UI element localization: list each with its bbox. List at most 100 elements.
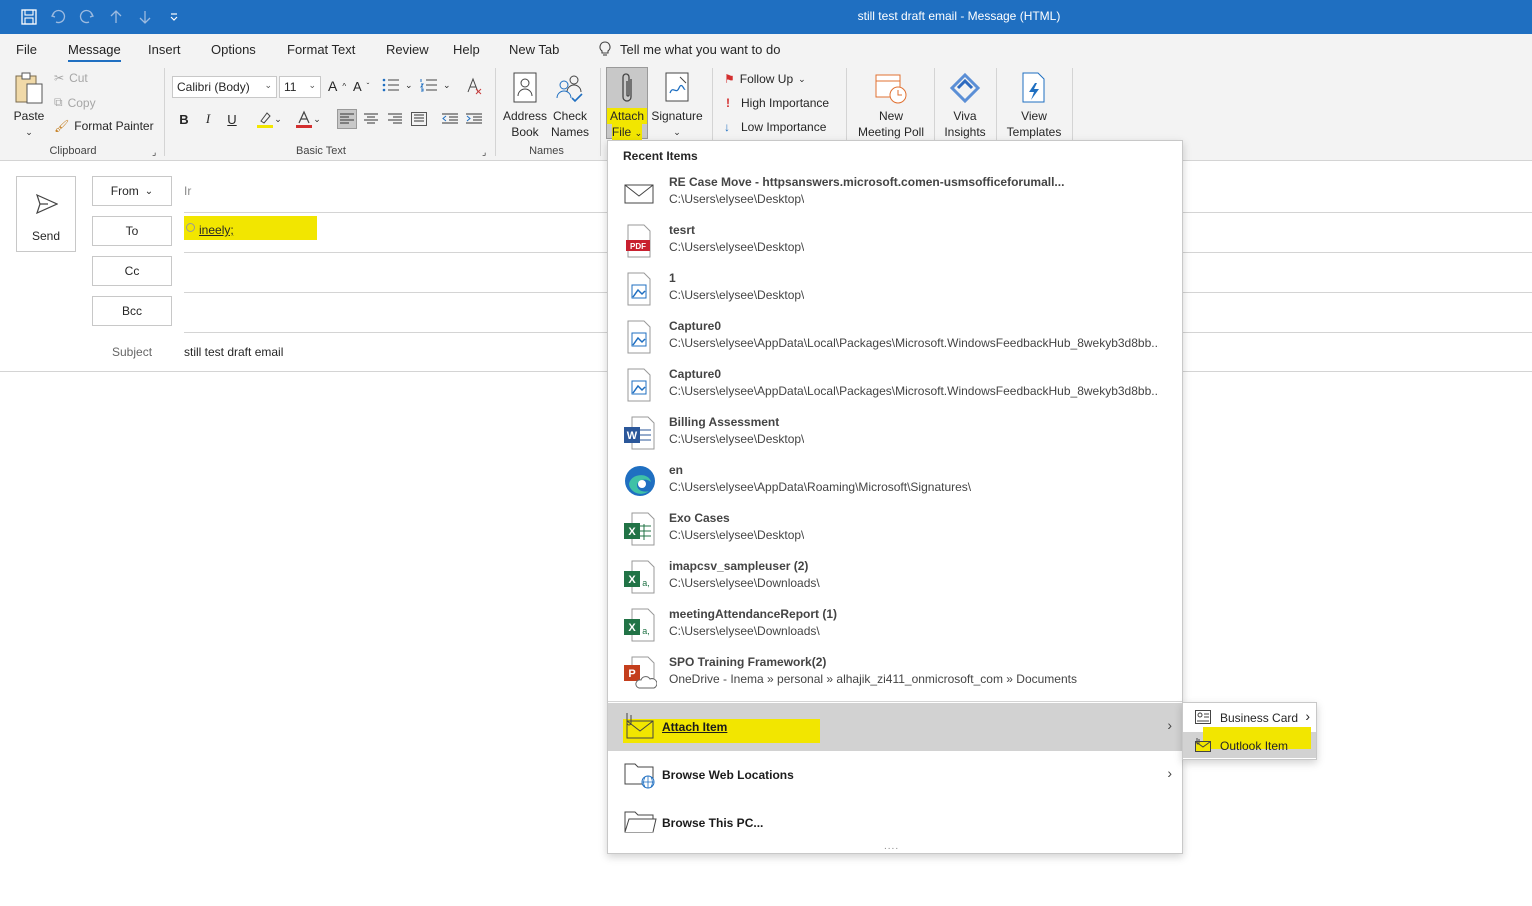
recent-item[interactable]: a, X imapcsv_sampleuser (2) C:\Users\elys… <box>608 554 1182 602</box>
recent-item-path: C:\Users\elysee\Desktop\ <box>669 528 805 542</box>
ribbon-tabs: File Message Insert Options Format Text … <box>0 34 1532 64</box>
recent-item-path: C:\Users\elysee\Desktop\ <box>669 240 805 254</box>
signature-label: Signature <box>651 109 703 123</box>
bold-button[interactable]: B <box>174 109 194 129</box>
clear-formatting-button[interactable] <box>465 77 483 95</box>
font-size-combo[interactable]: 11 ⌄ <box>279 76 321 98</box>
cut-label: Cut <box>69 71 88 85</box>
to-field[interactable]: ineely; <box>184 216 317 240</box>
tab-options[interactable]: Options <box>211 42 256 57</box>
tab-new-tab[interactable]: New Tab <box>509 42 559 57</box>
align-left-button[interactable] <box>337 109 357 129</box>
outlook-item-menu-item[interactable]: Outlook Item <box>1183 727 1316 758</box>
viva-insights-button[interactable]: Viva Insights <box>940 68 990 140</box>
cut-button[interactable]: ✂ Cut <box>54 71 88 85</box>
decrease-indent-icon <box>442 113 458 124</box>
subject-input[interactable]: still test draft email <box>184 345 283 359</box>
folder-globe-icon <box>623 759 655 789</box>
tab-file[interactable]: File <box>16 42 37 57</box>
tell-me-search[interactable]: Tell me what you want to do <box>598 41 780 57</box>
recent-item[interactable]: 1 C:\Users\elysee\Desktop\ <box>608 266 1182 314</box>
recent-item[interactable]: a, X meetingAttendanceReport (1) C:\Users… <box>608 602 1182 650</box>
attach-file-label-2-wrap: File ⌄ <box>611 124 643 141</box>
recent-item-path: C:\Users\elysee\Downloads\ <box>669 576 820 590</box>
send-button[interactable]: Send <box>16 176 76 252</box>
browse-web-menu-item[interactable]: Browse Web Locations › <box>608 751 1182 799</box>
resize-grip-icon[interactable]: .... <box>884 841 899 852</box>
chevron-down-icon: ⌄ <box>634 128 643 138</box>
tab-insert[interactable]: Insert <box>148 42 181 57</box>
window-title-text: still test draft email - Message (HTML) <box>857 9 1061 23</box>
tab-format-text[interactable]: Format Text <box>287 42 355 57</box>
templates-icon <box>1002 68 1066 108</box>
highlight-color-button[interactable]: ⌄ <box>253 109 285 129</box>
recent-item[interactable]: X Exo Cases C:\Users\elysee\Desktop\ <box>608 506 1182 554</box>
copy-button[interactable]: ⧉ Copy <box>54 95 96 110</box>
numbering-button[interactable]: ⌄ <box>420 78 451 92</box>
recent-item[interactable]: en C:\Users\elysee\AppData\Roaming\Micro… <box>608 458 1182 506</box>
italic-button[interactable]: I <box>198 109 218 129</box>
follow-up-button[interactable]: ⚑ Follow Up ⌄ <box>724 72 806 86</box>
tab-help[interactable]: Help <box>453 42 480 57</box>
check-names-button[interactable]: Check Names <box>546 68 594 140</box>
from-button[interactable]: From ⌄ <box>92 176 172 206</box>
basic-text-launcher-icon[interactable]: ⌟ <box>482 147 486 158</box>
align-right-button[interactable] <box>385 109 405 129</box>
recent-item[interactable]: Capture0 C:\Users\elysee\AppData\Local\P… <box>608 362 1182 410</box>
chevron-down-icon: ⌄ <box>405 79 413 90</box>
font-color-button[interactable]: ⌄ <box>292 109 324 129</box>
svg-text:X: X <box>628 526 636 538</box>
cc-button[interactable]: Cc <box>92 256 172 286</box>
underline-button[interactable]: U <box>222 109 242 129</box>
to-recipient[interactable]: ineely; <box>199 223 234 237</box>
recent-item[interactable]: RE Case Move - httpsanswers.microsoft.co… <box>608 170 1182 218</box>
recent-item-name: 1 <box>669 271 676 285</box>
recent-item-path: C:\Users\elysee\Desktop\ <box>669 432 805 446</box>
paste-button[interactable]: Paste ⌄ <box>8 68 50 140</box>
align-left-icon <box>340 113 354 124</box>
bullets-button[interactable]: ⌄ <box>382 78 413 92</box>
svg-text:a,: a, <box>642 626 650 636</box>
attach-file-button[interactable]: Attach File ⌄ <box>606 67 648 141</box>
grow-font-icon: A <box>328 78 338 94</box>
low-importance-button[interactable]: ↓ Low Importance <box>724 120 826 134</box>
address-book-button[interactable]: Address Book <box>501 68 549 140</box>
recent-item[interactable]: P SPO Training Framework(2) OneDrive - I… <box>608 650 1182 698</box>
names-group-label: Names <box>529 145 564 157</box>
recent-item-name: en <box>669 463 684 477</box>
tab-message[interactable]: Message <box>68 42 121 62</box>
align-center-button[interactable] <box>361 109 381 129</box>
signature-button[interactable]: Signature ⌄ <box>651 68 703 140</box>
recent-item[interactable]: PDF tesrt C:\Users\elysee\Desktop\ <box>608 218 1182 266</box>
attach-item-menu-item[interactable]: Attach Item › <box>608 703 1182 751</box>
chevron-right-icon: › <box>1305 708 1310 724</box>
to-button[interactable]: To <box>92 216 172 246</box>
check-names-label-2: Names <box>550 125 589 139</box>
svg-text:P: P <box>628 668 635 680</box>
presence-icon <box>186 223 195 232</box>
align-right-icon <box>388 113 402 124</box>
bcc-button[interactable]: Bcc <box>92 296 172 326</box>
grow-font-button[interactable]: A ^ <box>328 78 346 94</box>
recent-item[interactable]: W Billing Assessment C:\Users\elysee\Des… <box>608 410 1182 458</box>
new-meeting-poll-button[interactable]: New Meeting Poll <box>852 68 930 140</box>
svg-text:X: X <box>628 574 636 586</box>
chevron-down-icon: ⌄ <box>313 113 321 124</box>
format-painter-button[interactable]: 🖌 Format Painter <box>54 119 154 133</box>
view-templates-button[interactable]: View Templates <box>1002 68 1066 140</box>
recent-item[interactable]: Capture0 C:\Users\elysee\AppData\Local\P… <box>608 314 1182 362</box>
font-name-combo[interactable]: Calibri (Body) ⌄ <box>172 76 277 98</box>
tab-review[interactable]: Review <box>386 42 429 57</box>
justify-button[interactable] <box>409 109 429 129</box>
browse-pc-menu-item[interactable]: Browse This PC... <box>608 799 1182 847</box>
decrease-indent-button[interactable] <box>440 109 460 129</box>
group-divider <box>600 68 601 156</box>
high-importance-button[interactable]: ! High Importance <box>726 96 829 110</box>
font-name-value: Calibri (Body) <box>177 80 250 94</box>
clipboard-launcher-icon[interactable]: ⌟ <box>152 147 156 158</box>
attach-file-label-1: Attach <box>607 108 647 124</box>
increase-indent-button[interactable] <box>464 109 484 129</box>
chevron-right-icon: › <box>1167 765 1172 781</box>
shrink-font-button[interactable]: Aˇ <box>353 79 369 94</box>
recent-item-name: Capture0 <box>669 319 722 333</box>
